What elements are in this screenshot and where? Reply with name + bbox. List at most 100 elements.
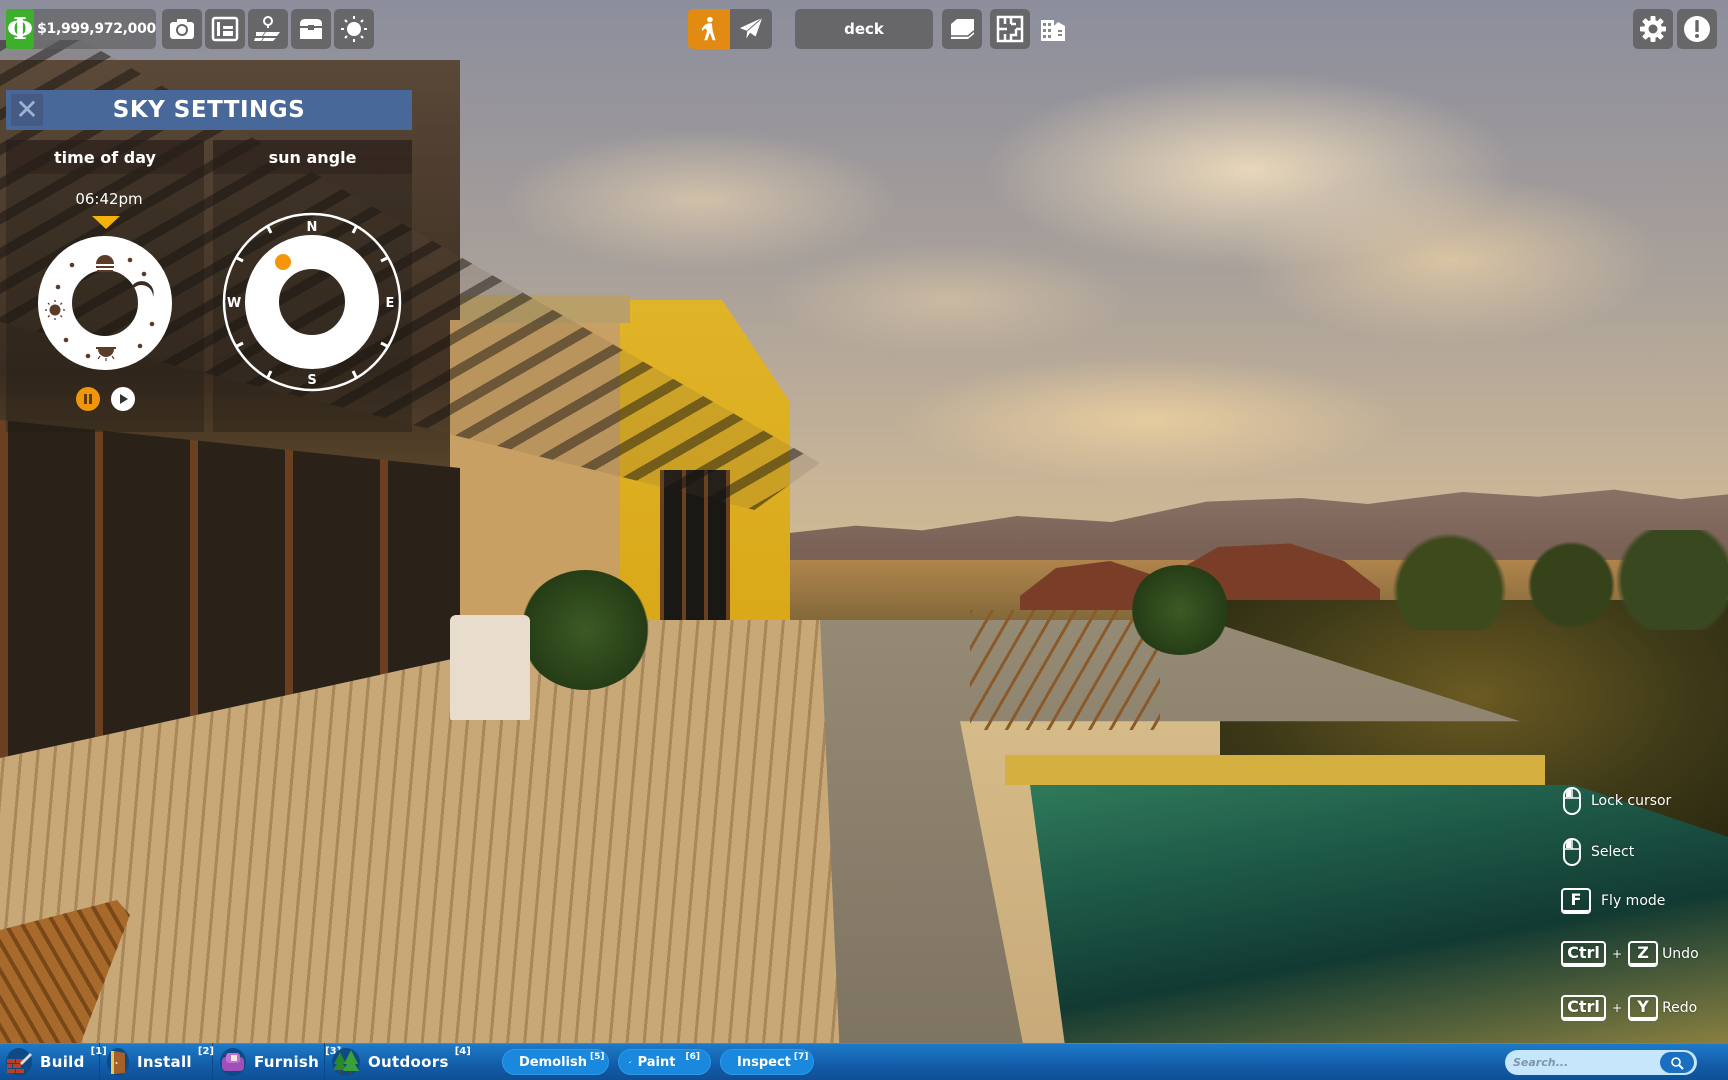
play-button[interactable]	[111, 387, 135, 411]
fly-mode-button[interactable]	[730, 9, 772, 49]
bricks-trowel-icon	[6, 1047, 32, 1076]
outdoors-label: Outdoors	[368, 1052, 449, 1071]
hint-label: Undo	[1662, 946, 1699, 962]
search-icon	[1671, 1056, 1684, 1070]
tab-time-of-day[interactable]: time of day	[6, 140, 204, 174]
search-button[interactable]	[1660, 1052, 1694, 1073]
mouse-left-click-icon	[1563, 838, 1581, 866]
compass-east-label: E	[386, 296, 395, 311]
door-icon	[107, 1047, 129, 1076]
floorplan-icon	[996, 15, 1024, 43]
key-y-icon: Y	[1628, 995, 1659, 1021]
inspect-label: Inspect	[737, 1054, 791, 1070]
hint-label: Select	[1591, 844, 1635, 860]
armchair-icon	[220, 1047, 246, 1076]
sun-angle-compass[interactable]: N E S W	[222, 212, 402, 392]
search-input[interactable]	[1513, 1056, 1653, 1069]
search-box	[1505, 1050, 1697, 1075]
hint-select: Select	[1562, 837, 1634, 867]
paper-plane-icon	[739, 17, 763, 39]
sun-icon	[341, 16, 367, 42]
floor-view-button[interactable]	[942, 9, 982, 49]
paint-label: Paint	[637, 1054, 676, 1070]
demolish-label: Demolish	[519, 1054, 587, 1070]
pool-edge	[1005, 755, 1545, 785]
armchair	[450, 615, 530, 720]
pause-icon	[84, 394, 92, 404]
hint-lock-cursor: Lock cursor	[1562, 786, 1671, 816]
build-label: Build	[40, 1052, 85, 1071]
storage-chest-icon	[300, 19, 322, 39]
outdoors-button[interactable]: Outdoors [4]	[326, 1043, 471, 1080]
mouse-left-click-icon	[1563, 787, 1581, 815]
alerts-button[interactable]	[1677, 9, 1717, 49]
key-z-icon: Z	[1628, 941, 1659, 967]
money-amount: $1,999,972,000	[37, 21, 156, 37]
hint-redo: Ctrl + Y Redo	[1561, 995, 1697, 1021]
walk-mode-button[interactable]	[688, 9, 730, 49]
paintbrush-icon	[629, 1060, 632, 1064]
camera-button[interactable]	[162, 9, 202, 49]
compass-north-label: N	[307, 220, 318, 235]
install-button[interactable]: Install [2]	[101, 1043, 214, 1080]
settings-icon	[1640, 16, 1666, 42]
demolish-shortcut: [5]	[590, 1052, 605, 1062]
blueprint-icon	[211, 16, 239, 42]
hint-label: Fly mode	[1601, 893, 1666, 909]
potted-plant	[520, 570, 650, 690]
hint-fly-mode: F Fly mode	[1561, 888, 1665, 914]
plus-sign: +	[1612, 947, 1623, 961]
location-terrain-icon	[254, 16, 280, 41]
alert-icon	[1684, 16, 1710, 42]
time-of-day-value: 06:42pm	[75, 190, 143, 208]
money-display: Φ $1,999,972,000	[6, 9, 156, 49]
tab-sun-angle[interactable]: sun angle	[213, 140, 412, 174]
settings-button[interactable]	[1633, 9, 1673, 49]
sky-settings-button[interactable]	[334, 9, 374, 49]
buildings-icon	[1041, 20, 1065, 41]
install-shortcut: [2]	[197, 1046, 214, 1057]
key-ctrl-icon: Ctrl	[1561, 995, 1606, 1021]
key-f-icon: F	[1561, 888, 1591, 914]
potted-plant	[1130, 565, 1230, 655]
sun-position-handle[interactable]	[275, 254, 291, 270]
sky-settings-header: ✕ SKY SETTINGS	[6, 90, 412, 130]
currency-logo-icon: Φ	[6, 9, 35, 49]
camera-icon	[170, 19, 194, 39]
pause-button[interactable]	[76, 387, 100, 411]
outdoors-shortcut: [4]	[454, 1046, 471, 1057]
hint-label: Lock cursor	[1591, 793, 1672, 809]
lounge-chairs	[970, 610, 1160, 730]
demolish-button[interactable]: Demolish [5]	[502, 1049, 609, 1075]
furnish-button[interactable]: Furnish [3]	[214, 1043, 341, 1080]
storage-button[interactable]	[291, 9, 331, 49]
install-label: Install	[137, 1052, 192, 1071]
compass-south-label: S	[307, 373, 316, 388]
inspect-shortcut: [7]	[793, 1052, 809, 1062]
panel-title: SKY SETTINGS	[112, 97, 306, 123]
close-icon: ✕	[15, 93, 39, 126]
neighborhood-button[interactable]	[1038, 14, 1072, 48]
hint-label: Redo	[1662, 1000, 1698, 1016]
paint-shortcut: [6]	[685, 1052, 701, 1062]
furnish-label: Furnish	[254, 1052, 320, 1071]
walk-icon	[701, 16, 716, 41]
time-of-day-dial[interactable]	[36, 234, 174, 372]
build-button[interactable]: Build [1]	[0, 1043, 107, 1080]
pine-trees-icon	[332, 1047, 360, 1076]
paint-button[interactable]: Paint [6]	[618, 1049, 711, 1075]
key-ctrl-icon: Ctrl	[1561, 941, 1606, 967]
inspect-button[interactable]: Inspect [7]	[720, 1049, 814, 1075]
floor-slab-icon	[951, 19, 975, 39]
close-button[interactable]: ✕	[11, 94, 43, 126]
time-marker-icon	[92, 216, 120, 229]
plus-sign: +	[1612, 1001, 1623, 1015]
level-selector[interactable]: deck	[795, 9, 933, 49]
floorplan-button[interactable]	[990, 9, 1030, 49]
hint-undo: Ctrl + Z Undo	[1561, 941, 1699, 967]
trees	[1380, 530, 1728, 630]
play-icon	[120, 394, 128, 404]
blueprint-button[interactable]	[205, 9, 245, 49]
camera-mode-toggle	[688, 9, 772, 49]
terrain-button[interactable]	[248, 9, 288, 49]
